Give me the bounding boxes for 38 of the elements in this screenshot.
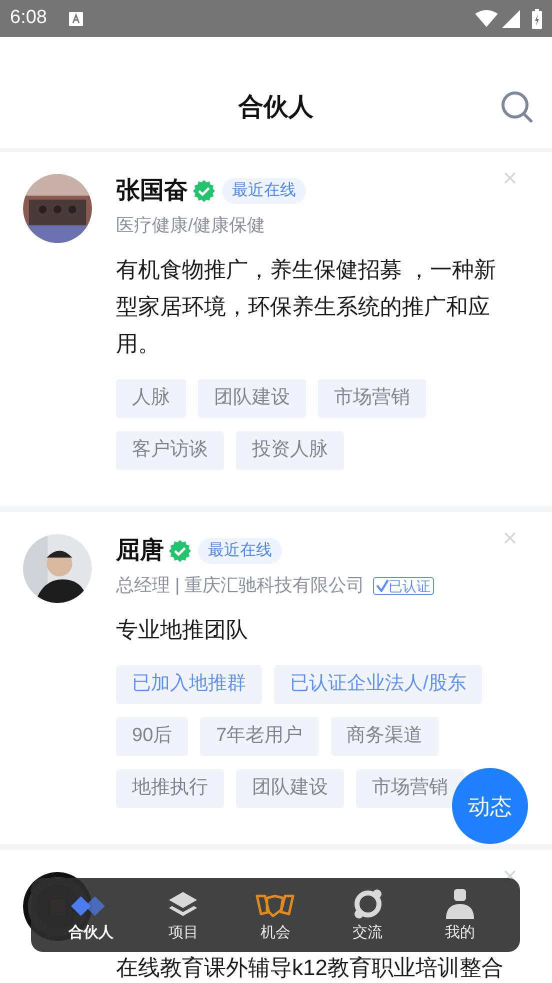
certified-label: 已认证 (388, 578, 431, 592)
person-icon (444, 888, 476, 920)
partner-name: 张国奋 (116, 179, 188, 203)
partner-subtitle: 医疗健康/健康保健 (116, 214, 266, 237)
skill-tag: 已认证企业法人/股东 (274, 665, 482, 704)
nav-tab[interactable]: 机会 (229, 878, 322, 952)
close-icon[interactable] (504, 870, 516, 882)
skill-tag: 团队建设 (198, 379, 306, 418)
ring-icon (352, 888, 384, 920)
partner-name: 屈唐 (116, 539, 164, 563)
skill-tag: 商务渠道 (330, 717, 439, 756)
nav-tab[interactable]: 交流 (322, 878, 414, 952)
partner-card[interactable]: 张国奋 最近在线 医疗健康/健康保健 有机食物推广，养生保健招募 ，一种新型家居环境，环保养生系统的推广和应用。 人脉 团队建设 市场营销 客户访谈 投资人脉 (0, 152, 552, 506)
battery-icon (532, 8, 542, 28)
nav-tab[interactable]: 项目 (137, 878, 230, 952)
partner-bio: 在线教育课外辅导k12教育职业培训整合 (116, 954, 504, 982)
keyboard-icon (68, 12, 83, 26)
skill-tag: 团队建设 (236, 769, 344, 808)
skill-tag: 90后 (116, 717, 188, 756)
partner-bio: 有机食物推广，养生保健招募 ，一种新型家居环境，环保养生系统的推广和应用。 (116, 256, 498, 358)
page-title: 合伙人 (238, 92, 314, 123)
clock: 6:08 (10, 6, 47, 30)
partner-subtitle: 总经理 | 重庆汇驰科技有限公司 (116, 574, 365, 597)
wifi-icon (475, 10, 498, 27)
online-status-tag: 最近在线 (198, 538, 282, 564)
skill-tag: 地推执行 (116, 769, 224, 808)
partner-bio: 专业地推团队 (116, 616, 249, 644)
online-status-tag: 最近在线 (222, 178, 306, 204)
signal-icon (502, 10, 520, 28)
skill-tag: 投资人脉 (236, 431, 344, 470)
skill-tag: 市场营销 (318, 379, 426, 418)
search-icon[interactable] (500, 90, 534, 124)
skill-tag: 7年老用户 (200, 717, 319, 756)
check-icon (376, 579, 389, 592)
skill-tag: 人脉 (116, 379, 186, 418)
skill-tag: 客户访谈 (116, 431, 224, 470)
nav-tab[interactable]: 我的 (414, 878, 506, 952)
skill-tag: 已加入地推群 (116, 665, 262, 704)
